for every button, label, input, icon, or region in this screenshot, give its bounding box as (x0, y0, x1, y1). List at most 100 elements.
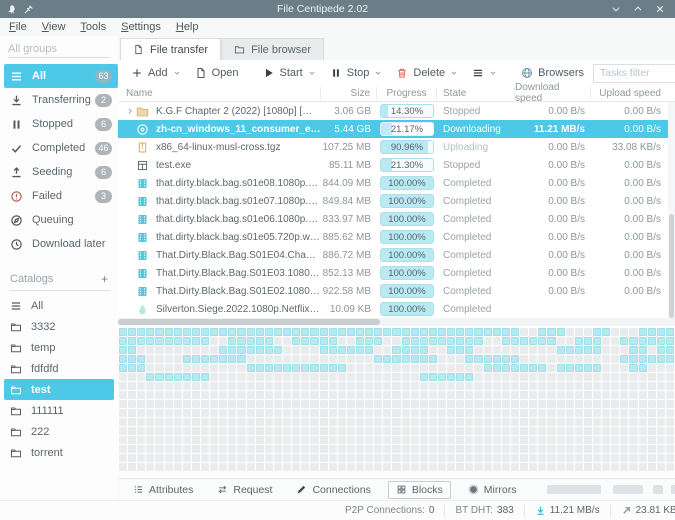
catalog-item-label: fdfdfd (31, 363, 59, 375)
download-arrow-icon (535, 505, 546, 516)
add-button[interactable]: Add (126, 64, 186, 82)
vertical-scrollbar[interactable] (668, 102, 675, 318)
bottom-tab-blocks[interactable]: Blocks (388, 481, 451, 499)
progress-bar: 100.00% (380, 266, 434, 280)
progress-cell: 100.00% (377, 246, 437, 264)
maximize-icon[interactable] (633, 4, 643, 14)
catalog-item-test[interactable]: test (4, 379, 114, 400)
tasks-filter-input[interactable] (594, 67, 675, 79)
bottom-tab-attributes[interactable]: Attributes (126, 482, 200, 498)
table-row[interactable]: test.exe85.11 MB21.30%Stopped0.00 B/s0.0… (118, 156, 675, 174)
horizontal-scrollbar[interactable] (118, 318, 675, 326)
tab-file-browser[interactable]: File browser (221, 38, 324, 60)
count-badge: 46 (95, 142, 112, 155)
menu-item-file[interactable]: File (9, 21, 27, 33)
column-header-ul[interactable]: Upload speed (591, 87, 667, 100)
expand-arrow-icon[interactable] (126, 107, 134, 115)
table-row[interactable]: that.dirty.black.bag.s01e05.720p.web.h26… (118, 228, 675, 246)
browsers-button[interactable]: Browsers (516, 64, 589, 82)
state-cell: Completed (437, 210, 515, 228)
catalog-item-temp[interactable]: temp (0, 337, 118, 358)
bottom-tab-connections[interactable]: Connections (289, 482, 377, 498)
bottom-tab-mirrors[interactable]: Mirrors (461, 482, 524, 498)
row-indent (126, 215, 134, 223)
catalog-item-111111[interactable]: 111111 (0, 400, 118, 421)
column-header-size[interactable]: Size (321, 87, 377, 100)
table-row[interactable]: that.dirty.black.bag.s01e07.1080p.web.h2… (118, 192, 675, 210)
sidebar-item-stopped[interactable]: Stopped6 (0, 112, 118, 136)
catalog-item-torrent[interactable]: torrent (0, 442, 118, 463)
bottom-tab-request[interactable]: Request (210, 482, 279, 498)
progress-cell: 90.96% (377, 138, 437, 156)
size-cell: 922.58 MB (321, 282, 377, 300)
column-header-name[interactable]: Name (118, 87, 321, 100)
open-button[interactable]: Open (190, 64, 244, 82)
file-name: that.dirty.black.bag.s01e05.720p.web.h26… (156, 232, 321, 243)
catalog-item-all[interactable]: All (0, 295, 118, 316)
groups-filter-input[interactable] (8, 40, 110, 58)
attributes-icon (133, 484, 144, 495)
sidebar-item-seeding[interactable]: Seeding6 (0, 160, 118, 184)
menu-item-tools[interactable]: Tools (80, 21, 106, 33)
table-row[interactable]: that.dirty.black.bag.s01e08.1080p.web.h2… (118, 174, 675, 192)
bt-dht: BT DHT: 383 (455, 505, 513, 516)
more-menu-button[interactable] (467, 64, 502, 82)
chevron-down-icon (173, 69, 181, 77)
name-cell: That.Dirty.Black.Bag.S01E02.1080p.WEB.h2… (118, 282, 321, 300)
tab-file-transfer[interactable]: File transfer (120, 38, 221, 60)
horizontal-scrollbar-thumb[interactable] (118, 319, 380, 325)
menu-item-view[interactable]: View (42, 21, 66, 33)
state-cell: Completed (437, 300, 515, 318)
column-header-dl[interactable]: Download speed (515, 87, 591, 100)
table-row[interactable]: zh-cn_windows_11_consumer_editions_upd…5… (118, 120, 675, 138)
table-row[interactable]: That.Dirty.Black.Bag.S01E04.Chapter.Four… (118, 246, 675, 264)
chevron-down-icon (374, 69, 382, 77)
size-cell: 852.13 MB (321, 264, 377, 282)
catalog-item-222[interactable]: 222 (0, 421, 118, 442)
table-row[interactable]: That.Dirty.Black.Bag.S01E03.1080p.WEB.h2… (118, 264, 675, 282)
count-badge: 6 (95, 166, 112, 179)
pin-icon[interactable] (23, 4, 34, 15)
start-button[interactable]: Start (258, 64, 321, 82)
table-row[interactable]: x86_64-linux-musl-cross.tgz107.25 MB90.9… (118, 138, 675, 156)
download-speed-cell: 0.00 B/s (515, 264, 591, 282)
file-name: that.dirty.black.bag.s01e08.1080p.web.h2… (156, 178, 321, 189)
sidebar-item-all[interactable]: All63 (4, 64, 118, 88)
catalog-item-fdfdfd[interactable]: fdfdfd (0, 358, 118, 379)
progress-cell: 100.00% (377, 300, 437, 318)
row-indent (126, 287, 134, 295)
sidebar-item-completed[interactable]: Completed46 (0, 136, 118, 160)
table-row[interactable]: That.Dirty.Black.Bag.S01E02.1080p.WEB.h2… (118, 282, 675, 300)
table-row[interactable]: K.G.F Chapter 2 (2022) [1080p] [WEBRip] … (118, 102, 675, 120)
sidebar-item-transferring[interactable]: Transferring2 (0, 88, 118, 112)
row-indent (126, 197, 134, 205)
menu-item-settings[interactable]: Settings (121, 21, 161, 33)
size-cell: 844.09 MB (321, 174, 377, 192)
vertical-scrollbar-thumb[interactable] (669, 214, 674, 318)
menu-item-help[interactable]: Help (176, 21, 199, 33)
stop-button[interactable]: Stop (325, 64, 388, 82)
delete-button[interactable]: Delete (391, 64, 463, 82)
column-header-state[interactable]: State (437, 87, 515, 100)
sidebar-item-queuing[interactable]: Queuing (0, 208, 118, 232)
tab-label: File browser (251, 44, 311, 56)
minimize-icon[interactable] (611, 4, 621, 14)
add-catalog-button[interactable]: + (99, 272, 110, 286)
tasks-filter (593, 64, 675, 83)
sidebar-item-failed[interactable]: Failed3 (0, 184, 118, 208)
table-row[interactable]: that.dirty.black.bag.s01e06.1080p.web.h2… (118, 210, 675, 228)
folderFile-icon (136, 105, 149, 118)
upload-speed-cell: 0.00 B/s (591, 228, 667, 246)
table-row[interactable]: Silverton.Siege.2022.1080p.Netflix.WEB-D… (118, 300, 675, 318)
sidebar-item-download-later[interactable]: Download later (0, 232, 118, 256)
catalog-item-label: test (31, 384, 51, 396)
blocks-grid (119, 328, 674, 471)
bottom-tab-label: Attributes (149, 484, 193, 496)
close-icon[interactable] (655, 4, 665, 14)
upload-speed-cell: 0.00 B/s (591, 246, 667, 264)
catalog-item-3332[interactable]: 3332 (0, 316, 118, 337)
p2p-connections: P2P Connections: 0 (345, 505, 434, 516)
folder-icon (10, 363, 22, 375)
progress-label: 100.00% (381, 231, 433, 243)
column-header-prog[interactable]: Progress (377, 87, 437, 100)
